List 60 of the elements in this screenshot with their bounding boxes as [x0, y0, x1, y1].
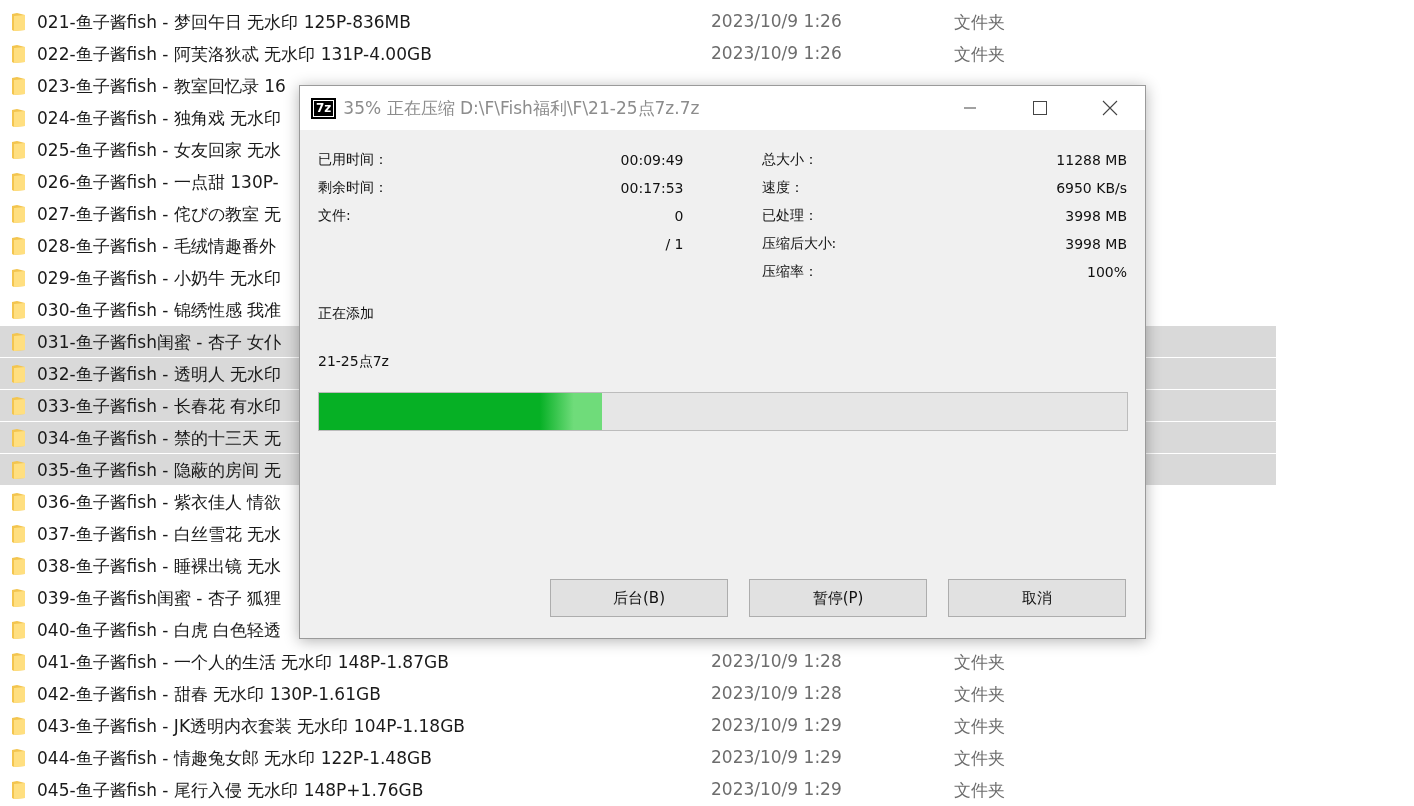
file-name: 034-鱼子酱fish - 禁的十三天 无 [37, 427, 282, 450]
file-name: 027-鱼子酱fish - 侘びの教室 无 [37, 203, 282, 226]
stat-value: / 1 [665, 236, 684, 252]
file-date: 2023/10/9 1:29 [711, 715, 842, 735]
file-type: 文件夹 [954, 651, 1005, 674]
file-name: 030-鱼子酱fish - 锦绣性感 我准 [37, 299, 282, 322]
file-name: 044-鱼子酱fish - 情趣兔女郎 无水印 122P-1.48GB [37, 747, 432, 770]
file-name: 031-鱼子酱fish闺蜜 - 杏子 女仆 [37, 331, 282, 354]
file-name: 042-鱼子酱fish - 甜春 无水印 130P-1.61GB [37, 683, 381, 706]
file-name: 025-鱼子酱fish - 女友回家 无水 [37, 139, 282, 162]
file-date: 2023/10/9 1:26 [711, 43, 842, 63]
file-name: 045-鱼子酱fish - 尾行入侵 无水印 148P+1.76GB [37, 779, 424, 802]
file-name: 040-鱼子酱fish - 白虎 白色轻透 [37, 619, 282, 642]
file-name: 043-鱼子酱fish - JK透明内衣套装 无水印 104P-1.18GB [37, 715, 465, 738]
file-type: 文件夹 [954, 715, 1005, 738]
stat-value: 100% [1086, 264, 1127, 280]
current-file-name: 21-25点7z [318, 353, 389, 371]
stat-label: 已处理： [761, 207, 818, 225]
file-type: 文件夹 [954, 683, 1005, 706]
stat-value: 6950 KB/s [1056, 180, 1127, 196]
file-name: 033-鱼子酱fish - 长春花 有水印 [37, 395, 282, 418]
stat-value: 00:09:49 [620, 152, 684, 168]
file-name: 035-鱼子酱fish - 隐蔽的房间 无 [37, 459, 282, 482]
file-name: 023-鱼子酱fish - 教室回忆录 16 [37, 75, 286, 98]
file-name: 026-鱼子酱fish - 一点甜 130P- [37, 171, 279, 194]
file-date: 2023/10/9 1:29 [711, 779, 842, 799]
stat-value: 11288 MB [1056, 152, 1127, 168]
stat-label: 已用时间： [318, 151, 388, 169]
file-type: 文件夹 [954, 747, 1005, 770]
file-type: 文件夹 [954, 11, 1005, 34]
file-date: 2023/10/9 1:26 [711, 11, 842, 31]
file-name: 032-鱼子酱fish - 透明人 无水印 [37, 363, 282, 386]
stat-label: 总大小： [761, 151, 818, 169]
stat-label: 压缩后大小: [761, 235, 837, 253]
file-name: 036-鱼子酱fish - 紫衣佳人 情欲 [37, 491, 282, 514]
stat-value: 3998 MB [1065, 236, 1127, 252]
file-type: 文件夹 [954, 43, 1005, 66]
file-name: 024-鱼子酱fish - 独角戏 无水印 [37, 107, 282, 130]
file-type: 文件夹 [954, 779, 1005, 802]
stat-label: 剩余时间： [318, 179, 388, 197]
window-title: 35% 正在压缩 D:\F\Fish福利\F\21-25点7z.7z [343, 96, 701, 120]
file-name: 038-鱼子酱fish - 睡裸出镜 无水 [37, 555, 282, 578]
stat-value: 3998 MB [1065, 208, 1127, 224]
file-name: 028-鱼子酱fish - 毛绒情趣番外 [37, 235, 276, 258]
status-text: 正在添加 [318, 305, 374, 323]
file-date: 2023/10/9 1:28 [711, 683, 842, 703]
file-name: 029-鱼子酱fish - 小奶牛 无水印 [37, 267, 282, 290]
file-name: 041-鱼子酱fish - 一个人的生活 无水印 148P-1.87GB [37, 651, 449, 674]
file-name: 039-鱼子酱fish闺蜜 - 杏子 狐狸 [37, 587, 282, 610]
file-name: 021-鱼子酱fish - 梦回午日 无水印 125P-836MB [37, 11, 411, 34]
file-date: 2023/10/9 1:29 [711, 747, 842, 767]
stat-label: 速度： [761, 179, 804, 197]
file-date: 2023/10/9 1:28 [711, 651, 842, 671]
stat-value: 0 [674, 208, 684, 224]
stat-label: 压缩率： [761, 263, 818, 281]
file-name: 022-鱼子酱fish - 阿芙洛狄忒 无水印 131P-4.00GB [37, 43, 432, 66]
stat-label: 文件: [318, 207, 351, 225]
app-logo-icon: 7z [311, 97, 337, 119]
file-name: 037-鱼子酱fish - 白丝雪花 无水 [37, 523, 282, 546]
stat-value: 00:17:53 [620, 180, 684, 196]
